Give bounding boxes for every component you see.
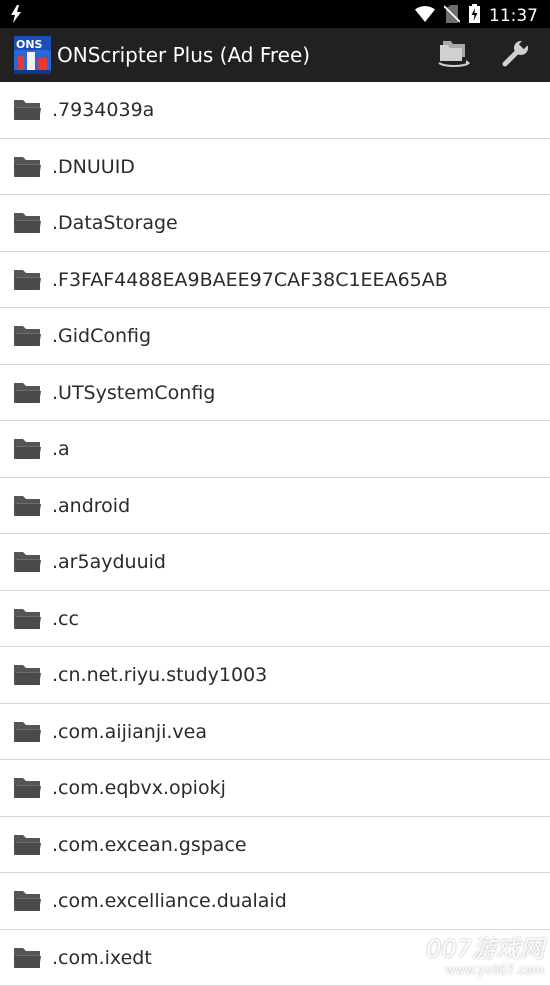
list-item[interactable]: .ar5ayduuid [0, 534, 550, 591]
folder-icon [14, 608, 41, 630]
list-item-label: .com.excelliance.dualaid [52, 889, 287, 913]
battery-charging-icon [469, 4, 480, 27]
list-item-label: .com.ixedt [52, 946, 152, 970]
folder-icon [14, 721, 41, 743]
list-item-label: .com.aijianji.vea [52, 720, 207, 744]
list-item-label: .cn.net.riyu.study1003 [52, 663, 267, 687]
list-item[interactable]: .android [0, 478, 550, 535]
list-item[interactable]: .com.excean.gspace [0, 817, 550, 874]
no-sim-icon [444, 5, 460, 27]
folder-icon [14, 495, 41, 517]
folder-icon [14, 382, 41, 404]
list-item[interactable]: .7934039a [0, 82, 550, 139]
status-icons: 11:37 [415, 4, 538, 27]
list-item-label: .ar5ayduuid [52, 550, 166, 574]
watermark-url: www.yx007.com [426, 963, 544, 977]
folder-icon [14, 834, 41, 856]
folders-icon [437, 39, 471, 71]
folder-list: .7934039a .DNUUID .DataStorage .F3FAF4488EA… [0, 82, 550, 986]
clock: 11:37 [489, 6, 538, 26]
wrench-icon [501, 38, 531, 72]
folder-icon [14, 947, 41, 969]
list-item-label: .android [52, 494, 130, 518]
list-item[interactable]: .DataStorage [0, 195, 550, 252]
list-item[interactable]: .cc [0, 591, 550, 648]
folder-icon [14, 438, 41, 460]
watermark: 007游戏网 www.yx007.com [426, 935, 544, 977]
list-item[interactable]: .cn.net.riyu.study1003 [0, 647, 550, 704]
list-item[interactable]: .GidConfig [0, 308, 550, 365]
list-item-label: .a [52, 437, 70, 461]
list-item[interactable]: .com.excelliance.dualaid [0, 873, 550, 930]
folder-icon [14, 156, 41, 178]
folder-icon [14, 777, 41, 799]
flash-icon [10, 5, 22, 27]
list-item-label: .F3FAF4488EA9BAEE97CAF38C1EEA65AB [52, 268, 448, 292]
folder-icon [14, 99, 41, 121]
list-item-label: .7934039a [52, 98, 154, 122]
folder-icon [14, 269, 41, 291]
folder-icon [14, 551, 41, 573]
folder-icon [14, 664, 41, 686]
list-item[interactable]: .com.eqbvx.opiokj [0, 760, 550, 817]
list-item-label: .DataStorage [52, 211, 178, 235]
list-item[interactable]: .F3FAF4488EA9BAEE97CAF38C1EEA65AB [0, 252, 550, 309]
svg-text:ONS: ONS [16, 38, 43, 51]
list-item-label: .DNUUID [52, 155, 135, 179]
app-title: ONScripter Plus (Ad Free) [57, 42, 310, 68]
status-bar: 11:37 [0, 0, 550, 28]
list-item-label: .GidConfig [52, 324, 151, 348]
list-item[interactable]: .DNUUID [0, 139, 550, 196]
folder-icon [14, 890, 41, 912]
list-item[interactable]: .UTSystemConfig [0, 365, 550, 422]
folder-icon [14, 325, 41, 347]
app-bar: ONS ONScripter Plus (Ad Free) [0, 28, 550, 82]
list-item[interactable]: .a [0, 421, 550, 478]
list-item-label: .UTSystemConfig [52, 381, 215, 405]
list-item[interactable]: .com.aijianji.vea [0, 704, 550, 761]
folders-button[interactable] [434, 36, 474, 74]
list-item-label: .com.eqbvx.opiokj [52, 776, 226, 800]
settings-button[interactable] [496, 36, 536, 74]
list-item-label: .com.excean.gspace [52, 833, 247, 857]
watermark-title: 007游戏网 [426, 935, 544, 963]
folder-icon [14, 212, 41, 234]
wifi-icon [415, 6, 435, 26]
list-item-label: .cc [52, 607, 79, 631]
app-logo: ONS [14, 36, 51, 74]
